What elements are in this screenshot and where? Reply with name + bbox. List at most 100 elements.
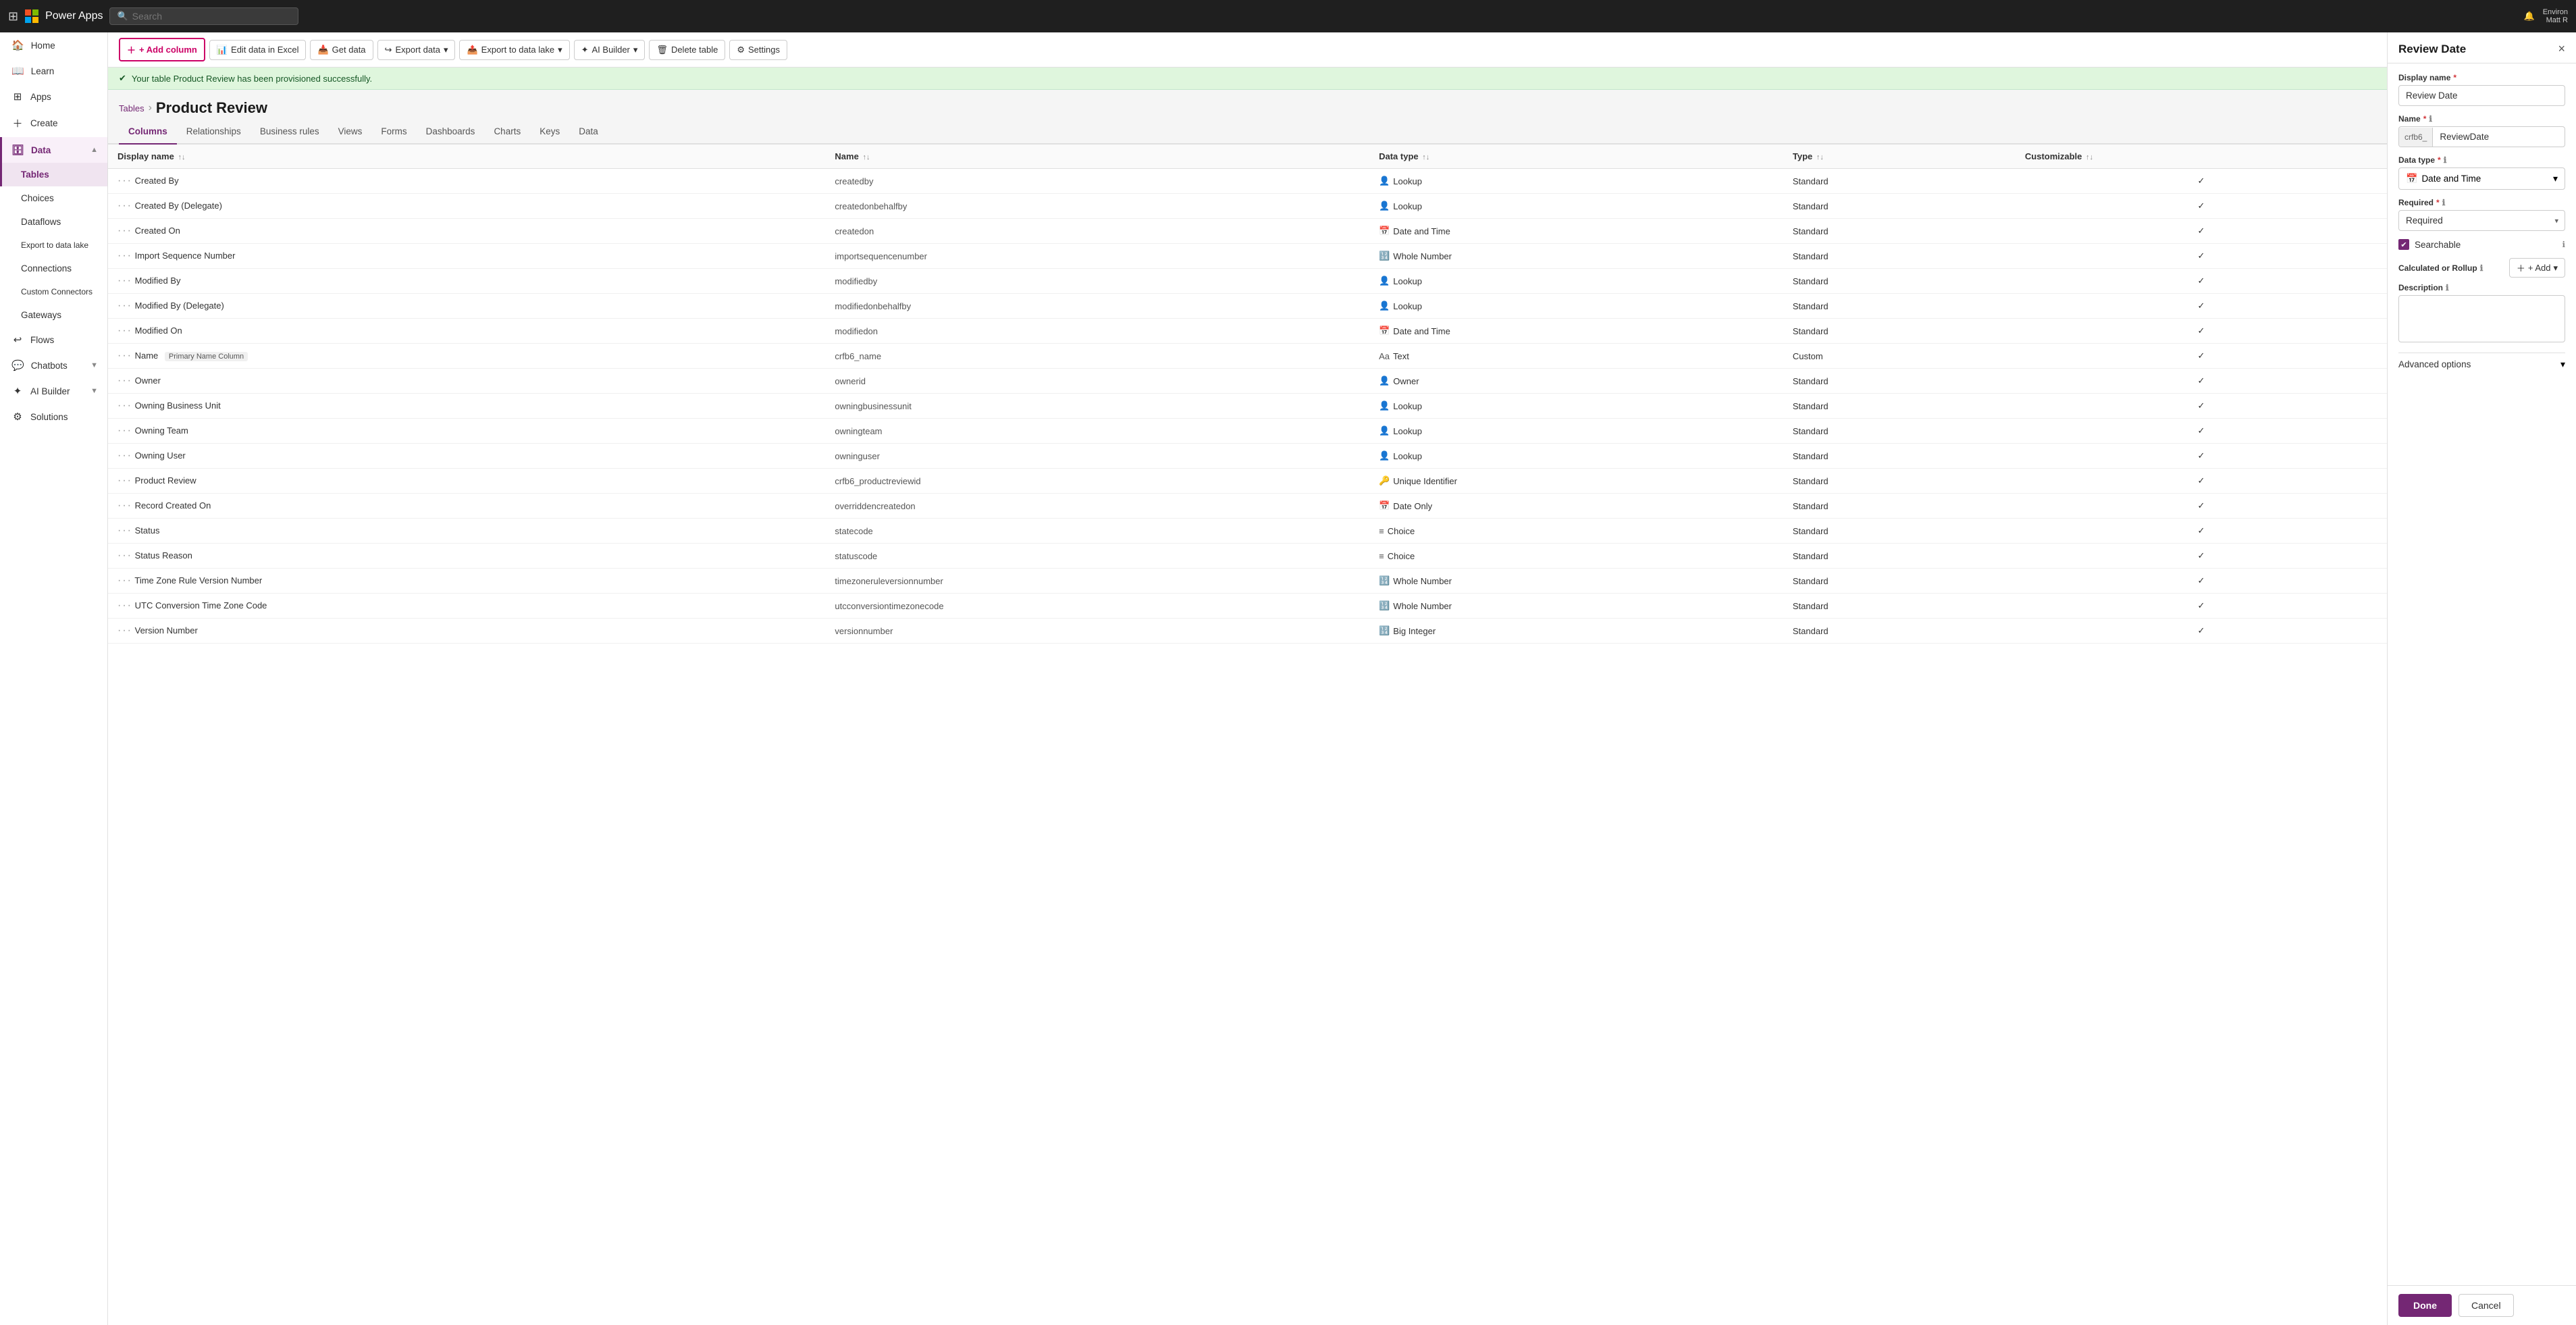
tab-columns[interactable]: Columns <box>119 120 177 145</box>
customizable-check: ✓ <box>2197 176 2205 186</box>
tab-keys[interactable]: Keys <box>530 120 569 145</box>
export-data-arrow: ▾ <box>444 45 448 55</box>
get-data-button[interactable]: 📥 Get data <box>310 40 373 60</box>
row-context-menu[interactable]: ··· <box>117 525 132 536</box>
row-context-menu[interactable]: ··· <box>117 475 132 486</box>
row-context-menu[interactable]: ··· <box>117 275 132 286</box>
notification-icon[interactable]: 🔔 <box>2524 11 2535 22</box>
search-bar[interactable]: 🔍 <box>109 7 298 25</box>
col-header-type[interactable]: Type ↑↓ <box>1783 145 2016 169</box>
tab-relationships[interactable]: Relationships <box>177 120 251 145</box>
ai-builder-button[interactable]: ✦ AI Builder ▾ <box>574 40 646 60</box>
customizable-check: ✓ <box>2197 201 2205 211</box>
advanced-options-label: Advanced options <box>2398 359 2471 369</box>
waffle-icon[interactable]: ⊞ <box>8 9 18 24</box>
table-row: ··· Modified By modifiedby 👤 Lookup Stan… <box>108 269 2387 294</box>
data-type-info-icon[interactable]: ℹ <box>2444 155 2447 165</box>
export-data-button[interactable]: ↪ Export data ▾ <box>377 40 456 60</box>
sidebar-item-flows[interactable]: ↩ Flows <box>0 327 107 353</box>
sidebar-item-export[interactable]: Export to data lake <box>0 234 107 257</box>
export-datalake-button[interactable]: 📤 Export to data lake ▾ <box>459 40 569 60</box>
microsoft-logo <box>25 9 38 23</box>
row-context-menu[interactable]: ··· <box>117 500 132 511</box>
data-type-row-icon: 🔢 <box>1379 575 1390 586</box>
row-context-menu[interactable]: ··· <box>117 350 132 361</box>
data-type-row-icon: 👤 <box>1379 375 1390 386</box>
sidebar-item-gateways[interactable]: Gateways <box>0 303 107 327</box>
data-type-select[interactable]: 📅 Date and Time ▾ <box>2398 167 2565 190</box>
add-rollup-button[interactable]: ＋ + Add ▾ <box>2509 258 2565 278</box>
name-info-icon[interactable]: ℹ <box>2429 114 2432 124</box>
sidebar-item-learn[interactable]: 📖 Learn <box>0 58 107 84</box>
sidebar-item-data[interactable]: 🗄 Data ▲ <box>0 137 107 163</box>
advanced-options-chevron: ▾ <box>2560 359 2565 370</box>
row-context-menu[interactable]: ··· <box>117 200 132 211</box>
row-context-menu[interactable]: ··· <box>117 325 132 336</box>
delete-table-button[interactable]: 🗑 Delete table <box>649 40 725 60</box>
searchable-info-icon[interactable]: ℹ <box>2562 240 2565 249</box>
row-context-menu[interactable]: ··· <box>117 425 132 436</box>
description-textarea[interactable] <box>2398 295 2565 342</box>
name-suffix[interactable]: ReviewDate <box>2433 127 2565 147</box>
sidebar-item-solutions[interactable]: ⚙ Solutions <box>0 404 107 430</box>
sidebar-item-home[interactable]: 🏠 Home <box>0 32 107 58</box>
description-info-icon[interactable]: ℹ <box>2446 283 2449 292</box>
row-context-menu[interactable]: ··· <box>117 625 132 636</box>
row-context-menu[interactable]: ··· <box>117 250 132 261</box>
table-row: ··· Name Primary Name Column crfb6_name … <box>108 344 2387 369</box>
row-context-menu[interactable]: ··· <box>117 375 132 386</box>
row-context-menu[interactable]: ··· <box>117 300 132 311</box>
row-context-menu[interactable]: ··· <box>117 550 132 561</box>
settings-button[interactable]: ⚙ Settings <box>729 40 787 60</box>
table-row: ··· Owning Team owningteam 👤 Lookup Stan… <box>108 419 2387 444</box>
panel-footer: Done Cancel <box>2388 1285 2576 1325</box>
required-select[interactable]: Required Optional <box>2398 210 2565 231</box>
delete-icon: 🗑 <box>656 45 668 55</box>
breadcrumb-parent[interactable]: Tables <box>119 103 144 113</box>
datalake-arrow: ▾ <box>558 45 562 55</box>
row-context-menu[interactable]: ··· <box>117 400 132 411</box>
customizable-check: ✓ <box>2197 450 2205 461</box>
get-data-icon: 📥 <box>317 45 328 55</box>
sidebar-item-ai-builder[interactable]: ✦ AI Builder ▼ <box>0 378 107 404</box>
solutions-icon: ⚙ <box>11 411 24 423</box>
close-button[interactable]: × <box>2558 42 2565 56</box>
tab-data[interactable]: Data <box>569 120 608 145</box>
tab-charts[interactable]: Charts <box>484 120 530 145</box>
row-context-menu[interactable]: ··· <box>117 225 132 236</box>
cancel-button[interactable]: Cancel <box>2459 1294 2514 1317</box>
search-input[interactable] <box>132 11 292 22</box>
col-header-data-type[interactable]: Data type ↑↓ <box>1369 145 1783 169</box>
sidebar-item-create[interactable]: ＋ Create <box>0 109 107 137</box>
tab-dashboards[interactable]: Dashboards <box>417 120 485 145</box>
add-rollup-icon: ＋ <box>2517 261 2525 274</box>
col-header-name[interactable]: Name ↑↓ <box>825 145 1369 169</box>
row-context-menu[interactable]: ··· <box>117 175 132 186</box>
tab-forms[interactable]: Forms <box>371 120 416 145</box>
panel-title: Review Date <box>2398 43 2466 56</box>
row-context-menu[interactable]: ··· <box>117 450 132 461</box>
sidebar-item-custom-connectors[interactable]: Custom Connectors <box>0 280 107 303</box>
customizable-check: ✓ <box>2197 400 2205 411</box>
sidebar-item-dataflows[interactable]: Dataflows <box>0 210 107 234</box>
sidebar-item-apps[interactable]: ⊞ Apps <box>0 84 107 109</box>
row-context-menu[interactable]: ··· <box>117 575 132 586</box>
sidebar-item-chatbots[interactable]: 💬 Chatbots ▼ <box>0 353 107 378</box>
calculated-info-icon[interactable]: ℹ <box>2480 263 2483 273</box>
required-info-icon[interactable]: ℹ <box>2442 198 2446 207</box>
col-header-display-name[interactable]: Display name ↑↓ <box>108 145 825 169</box>
tab-views[interactable]: Views <box>329 120 372 145</box>
searchable-checkbox[interactable]: ✔ <box>2398 239 2409 250</box>
tab-business-rules[interactable]: Business rules <box>251 120 329 145</box>
display-name-input[interactable] <box>2398 85 2565 106</box>
col-header-customizable[interactable]: Customizable ↑↓ <box>2016 145 2387 169</box>
row-context-menu[interactable]: ··· <box>117 600 132 611</box>
data-type-row-icon: 📅 <box>1379 226 1390 236</box>
sidebar-item-tables[interactable]: Tables <box>0 163 107 186</box>
edit-excel-button[interactable]: 📊 Edit data in Excel <box>209 40 307 60</box>
advanced-options-row[interactable]: Advanced options ▾ <box>2398 353 2565 375</box>
done-button[interactable]: Done <box>2398 1294 2452 1317</box>
add-column-button[interactable]: ＋ + Add column <box>119 38 205 61</box>
sidebar-item-choices[interactable]: Choices <box>0 186 107 210</box>
sidebar-item-connections[interactable]: Connections <box>0 257 107 280</box>
